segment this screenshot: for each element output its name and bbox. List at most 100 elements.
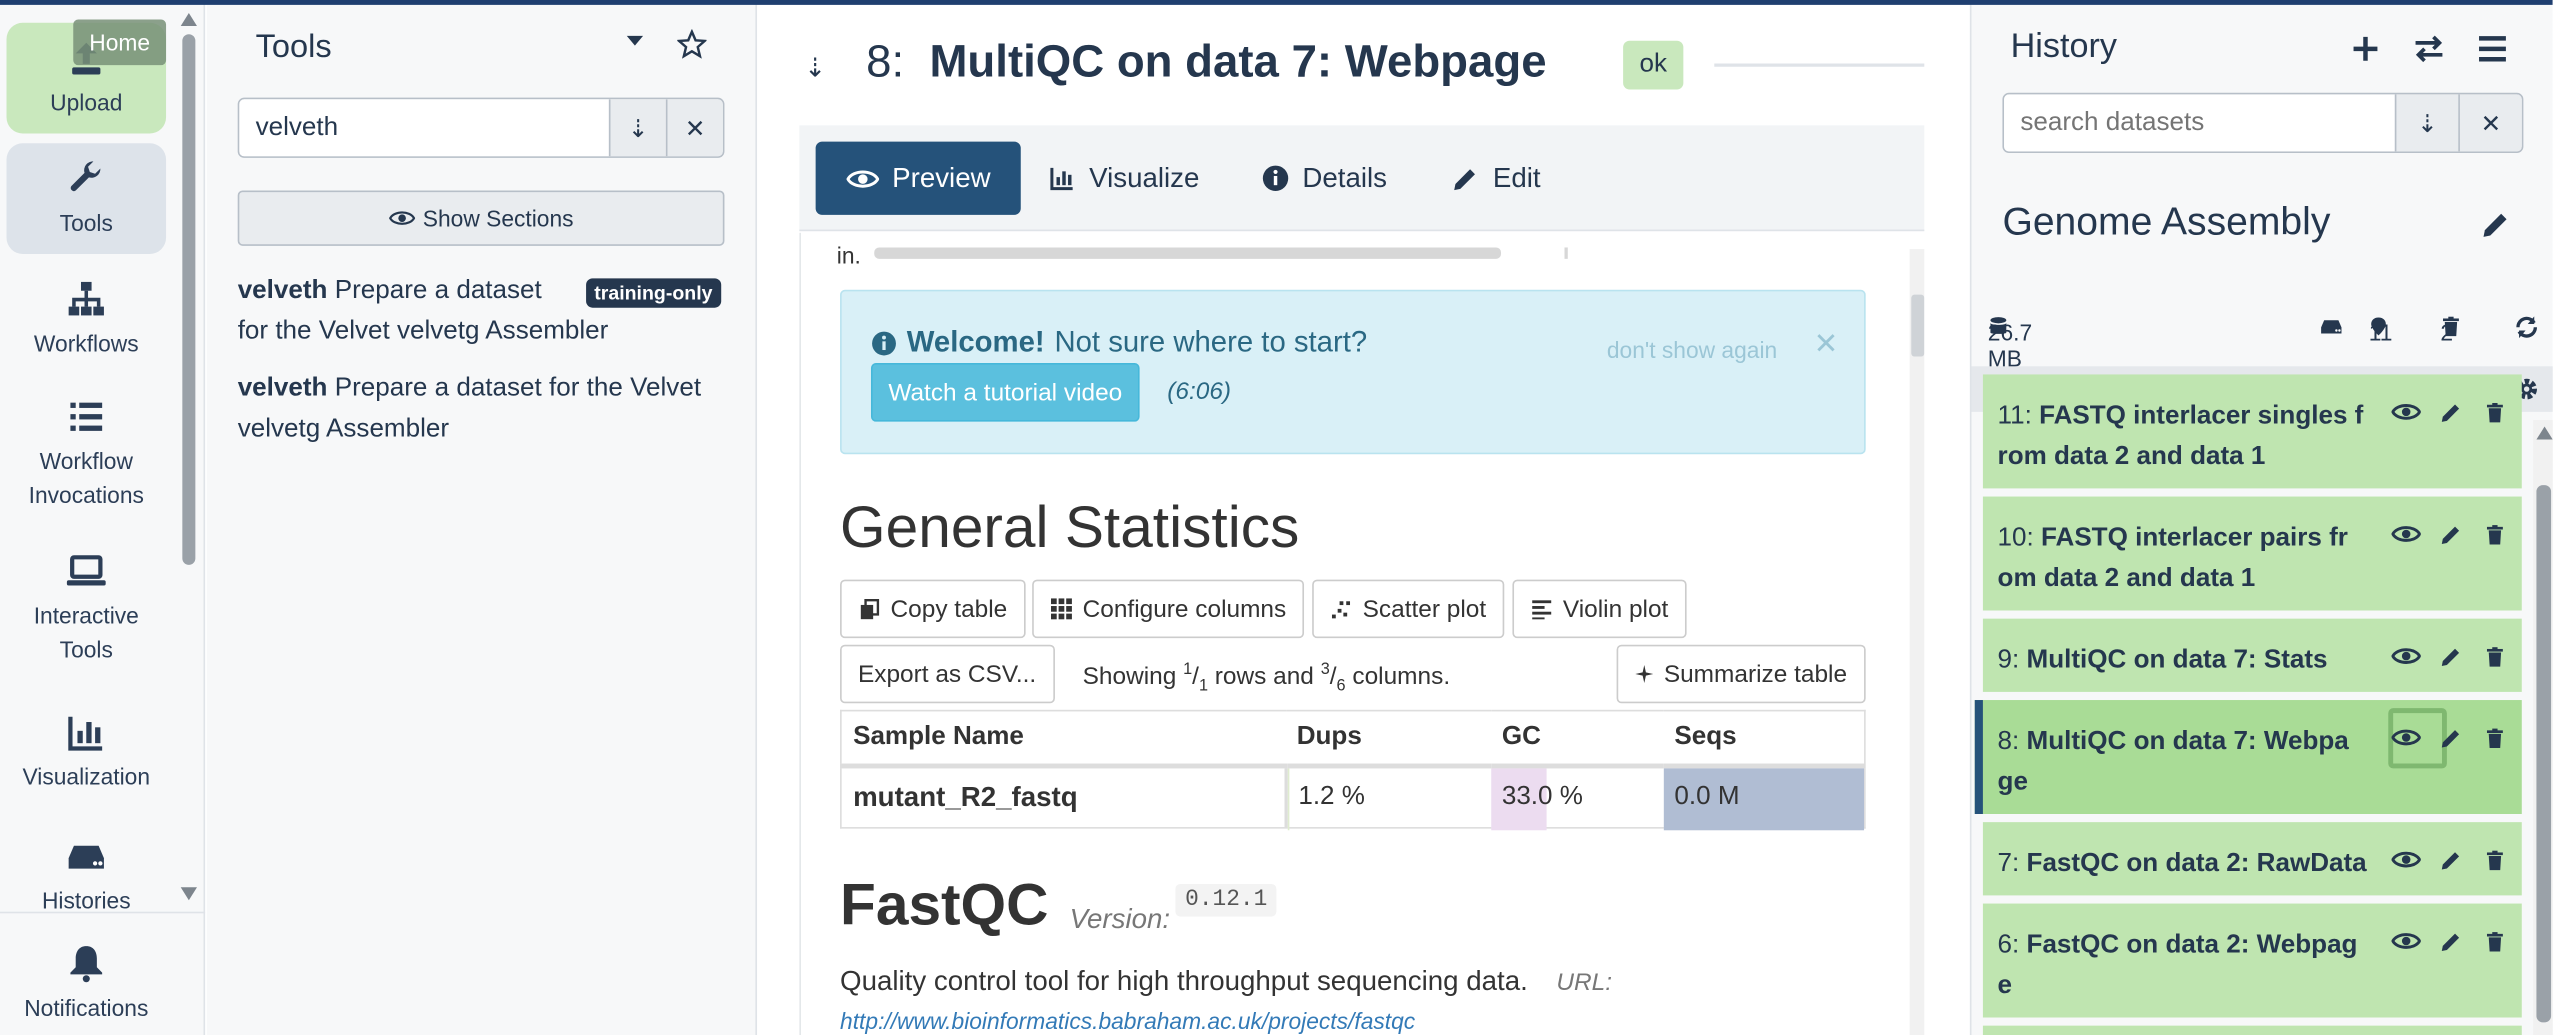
showing-pre: Showing xyxy=(1082,662,1177,691)
scroll-up-arrow[interactable] xyxy=(180,13,197,27)
tool-search-input[interactable] xyxy=(239,99,609,157)
violin-plot-label: Violin plot xyxy=(1562,595,1669,623)
activity-tools[interactable]: Tools xyxy=(6,143,167,254)
dataset-actions xyxy=(2391,519,2509,548)
history-item[interactable]: 7: FastQC on data 2: RawData xyxy=(1982,822,2522,896)
eye-icon[interactable] xyxy=(2391,845,2421,874)
close-icon[interactable]: ✕ xyxy=(1814,327,1839,361)
scatter-plot-button[interactable]: Scatter plot xyxy=(1312,579,1505,639)
exchange-icon[interactable] xyxy=(2411,31,2447,67)
copy-table-button[interactable]: Copy table xyxy=(840,579,1026,639)
dataset-actions xyxy=(2391,723,2509,752)
summarize-table-button[interactable]: Summarize table xyxy=(1616,644,1865,704)
deleted-count[interactable]: 2 xyxy=(2440,314,2461,345)
history-item[interactable] xyxy=(1982,1025,2522,1035)
refresh-button[interactable] xyxy=(2514,314,2540,340)
activity-interactive-tools[interactable]: Interactive Tools xyxy=(7,542,167,675)
history-item-selected[interactable]: 8: MultiQC on data 7: Webpa ge xyxy=(1974,700,2522,814)
col-gc[interactable]: GC xyxy=(1490,710,1664,769)
horizontal-scrollbar[interactable] xyxy=(874,247,1502,259)
chevron-down-icon[interactable] xyxy=(626,35,644,46)
plus-icon[interactable] xyxy=(2348,31,2384,67)
dataset-name-cont: om data 2 and data 1 xyxy=(1997,564,2256,593)
export-csv-label: Export as CSV... xyxy=(857,660,1037,688)
pencil-icon[interactable] xyxy=(2479,208,2512,241)
trash-icon[interactable] xyxy=(2479,926,2508,955)
col-sample-name[interactable]: Sample Name xyxy=(840,710,1286,769)
configure-columns-button[interactable]: Configure columns xyxy=(1032,579,1305,639)
bars-icon[interactable] xyxy=(2475,31,2511,67)
history-scrollbar[interactable] xyxy=(2533,420,2553,1035)
advanced-search-button[interactable]: ⇣ xyxy=(608,99,666,157)
chart-bar-icon xyxy=(1050,167,1073,191)
clear-search-button[interactable]: ✕ xyxy=(665,99,723,157)
eye-icon[interactable] xyxy=(2391,397,2421,426)
dataset-item-title[interactable]: 9: MultiQC on data 7: Stats xyxy=(1998,640,2389,681)
eye-icon[interactable] xyxy=(2391,926,2421,955)
eye-icon[interactable] xyxy=(2391,641,2421,670)
dataset-name: FastQC on data 2: RawData xyxy=(2026,849,2367,878)
history-size[interactable]: 26.7 MB xyxy=(1988,314,2032,371)
history-item[interactable]: 10: FASTQ interlacer pairs fr om data 2 a… xyxy=(1982,496,2522,611)
tab-details[interactable]: Details xyxy=(1231,142,1418,215)
shown-count[interactable]: 11 xyxy=(2369,314,2392,345)
history-item[interactable]: 9: MultiQC on data 7: Stats xyxy=(1982,618,2522,692)
dataset-item-title[interactable]: 10: FASTQ interlacer pairs fr om data 2 a… xyxy=(1998,518,2389,599)
pencil-icon[interactable] xyxy=(2435,926,2464,955)
dataset-item-title[interactable]: 11: FASTQ interlacer singles f rom data 2… xyxy=(1998,396,2389,477)
activity-scrollbar[interactable] xyxy=(179,10,199,905)
tool-result-1[interactable]: velveth Prepare a dataset for the Velvet… xyxy=(238,270,609,351)
activity-visualization[interactable]: Visualization xyxy=(7,697,167,808)
eye-icon[interactable] xyxy=(2391,723,2421,752)
pencil-icon[interactable] xyxy=(2435,723,2464,752)
history-item[interactable]: 11: FASTQ interlacer singles f rom data 2… xyxy=(1982,374,2522,489)
dataset-search-input[interactable] xyxy=(2004,94,2395,152)
fastqc-description: Quality control tool for high throughput… xyxy=(840,965,1528,997)
tool-result-2[interactable]: velveth Prepare a dataset for the Velvet… xyxy=(238,368,701,449)
scroll-thumb[interactable] xyxy=(182,34,196,565)
pencil-icon[interactable] xyxy=(2435,845,2464,874)
activity-histories[interactable]: Histories xyxy=(7,821,167,932)
preview-scrollbar[interactable] xyxy=(1909,249,1925,1035)
tab-edit[interactable]: Edit xyxy=(1420,142,1572,215)
scroll-thumb[interactable] xyxy=(1911,294,1925,357)
show-sections-button[interactable]: Show Sections xyxy=(237,190,725,246)
history-title: History xyxy=(2010,27,2117,66)
sparkle-icon xyxy=(1635,665,1654,683)
dataset-item-title[interactable]: 8: MultiQC on data 7: Webpa ge xyxy=(1998,721,2389,802)
history-stats: 26.7 MB 11 2 xyxy=(1988,309,2542,371)
star-icon[interactable] xyxy=(677,29,707,59)
trash-icon[interactable] xyxy=(2479,519,2508,548)
collapse-header-button[interactable]: ⇣ xyxy=(804,52,826,85)
dataset-name: MultiQC on data 7: Stats xyxy=(2026,646,2328,674)
scroll-up-arrow[interactable] xyxy=(2536,426,2553,440)
fastqc-url-link[interactable]: http://www.bioinformatics.babraham.ac.uk… xyxy=(840,1008,1415,1034)
trash-icon[interactable] xyxy=(2479,723,2508,752)
activity-notifications[interactable]: Notifications xyxy=(7,931,167,1035)
watch-tutorial-button[interactable]: Watch a tutorial video xyxy=(870,363,1140,422)
dont-show-again-link[interactable]: don't show again xyxy=(1607,337,1777,363)
activity-workflows[interactable]: Workflows xyxy=(7,264,167,375)
history-item[interactable]: 6: FastQC on data 2: Webpag e xyxy=(1982,903,2522,1018)
tab-visualize[interactable]: Visualize xyxy=(1018,142,1231,215)
col-dups[interactable]: Dups xyxy=(1285,710,1491,769)
trash-icon[interactable] xyxy=(2479,845,2508,874)
eye-icon[interactable] xyxy=(2391,519,2421,548)
trash-icon[interactable] xyxy=(2479,397,2508,426)
activity-workflow-invocations[interactable]: Workflow Invocations xyxy=(7,387,167,520)
dataset-item-title[interactable]: 7: FastQC on data 2: RawData xyxy=(1998,843,2389,884)
clear-search-button[interactable]: ✕ xyxy=(2458,94,2522,152)
trash-icon[interactable] xyxy=(2479,641,2508,670)
dataset-item-title[interactable]: 6: FastQC on data 2: Webpag e xyxy=(1998,925,2389,1006)
tab-preview[interactable]: Preview xyxy=(815,141,1022,215)
pencil-icon[interactable] xyxy=(2435,397,2464,426)
export-csv-button[interactable]: Export as CSV... xyxy=(840,644,1055,704)
advanced-search-button[interactable]: ⇣ xyxy=(2394,94,2459,152)
storage-button[interactable] xyxy=(2317,314,2346,338)
scroll-down-arrow[interactable] xyxy=(180,887,197,901)
col-seqs[interactable]: Seqs xyxy=(1663,710,1865,769)
violin-plot-button[interactable]: Violin plot xyxy=(1512,579,1687,639)
pencil-icon[interactable] xyxy=(2435,641,2464,670)
scroll-thumb[interactable] xyxy=(2536,485,2552,1023)
pencil-icon[interactable] xyxy=(2435,519,2464,548)
